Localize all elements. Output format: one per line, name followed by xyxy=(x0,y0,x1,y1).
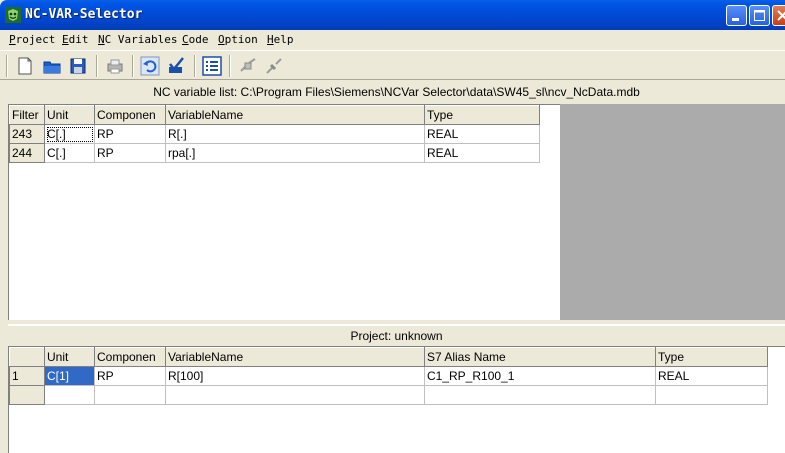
list-button[interactable] xyxy=(201,55,223,77)
menu-option-label: ption xyxy=(224,33,258,46)
s7-alias-name-cell[interactable] xyxy=(424,385,656,405)
save-icon xyxy=(70,58,86,74)
row-number-cell[interactable] xyxy=(9,385,45,405)
save-button[interactable] xyxy=(67,55,89,77)
undo-icon xyxy=(140,56,160,76)
check-button[interactable] xyxy=(165,55,187,77)
toolbar-separator xyxy=(96,55,98,77)
toolbar-grip xyxy=(6,55,8,77)
column-header-unit[interactable]: Unit xyxy=(44,105,95,125)
type-cell[interactable]: REAL xyxy=(424,143,540,163)
variable-name-cell[interactable]: R[100] xyxy=(165,366,425,386)
menu-edit[interactable]: Edit xyxy=(62,33,89,46)
new-button[interactable] xyxy=(14,55,36,77)
row-filter-cell[interactable]: 243 xyxy=(9,124,45,144)
column-header-component[interactable]: Componen xyxy=(94,347,166,367)
menu-project-label: roject xyxy=(15,33,56,46)
column-header-component[interactable]: Componen xyxy=(94,105,166,125)
unit-cell[interactable]: C[.] xyxy=(44,124,95,144)
table-row[interactable]: 244 C[.] RP rpa[.] REAL xyxy=(9,143,540,163)
column-header-s7-alias-name[interactable]: S7 Alias Name xyxy=(424,347,656,367)
maximize-button[interactable] xyxy=(749,5,770,26)
component-cell[interactable]: RP xyxy=(94,124,166,144)
unit-cell[interactable] xyxy=(44,385,95,405)
list-icon xyxy=(202,56,222,76)
menu-code-mnemonic: C xyxy=(182,33,189,46)
table-row[interactable]: 243 C[.] RP R[.] REAL xyxy=(9,124,540,144)
menu-help-mnemonic: H xyxy=(267,33,274,46)
row-filter-cell[interactable]: 244 xyxy=(9,143,45,163)
minimize-icon xyxy=(732,18,739,21)
disconnect-button[interactable] xyxy=(263,55,285,77)
column-header-type[interactable]: Type xyxy=(424,105,540,125)
grid-corner xyxy=(9,347,45,367)
variable-name-cell[interactable]: rpa[.] xyxy=(165,143,425,163)
toolbar-separator xyxy=(132,55,134,77)
menu-nc-variables-mnemonic: N xyxy=(98,33,105,46)
variable-name-cell[interactable] xyxy=(165,385,425,405)
print-button[interactable] xyxy=(104,55,126,77)
component-cell[interactable]: RP xyxy=(94,143,166,163)
close-icon xyxy=(777,10,785,21)
toolbar-separator xyxy=(194,55,196,77)
column-header-variable-name[interactable]: VariableName xyxy=(165,105,425,125)
undo-button[interactable] xyxy=(139,55,161,77)
table-row[interactable] xyxy=(9,385,768,405)
unit-cell[interactable]: C[1] xyxy=(44,366,95,386)
maximize-icon xyxy=(754,10,765,21)
new-file-icon xyxy=(18,57,32,75)
type-cell[interactable]: REAL xyxy=(424,124,540,144)
minimize-button[interactable] xyxy=(726,5,747,26)
menu-edit-label: dit xyxy=(68,33,89,46)
type-cell[interactable] xyxy=(655,385,768,405)
variable-name-cell[interactable]: R[.] xyxy=(165,124,425,144)
unit-cell[interactable]: C[.] xyxy=(44,143,95,163)
title-bar[interactable]: NC-VAR-Selector xyxy=(0,0,785,30)
menu-bar: Project Edit NC Variables Code Option He… xyxy=(0,30,785,50)
menu-help-label: elp xyxy=(273,33,294,46)
row-number-cell[interactable]: 1 xyxy=(9,366,45,386)
window-title: NC-VAR-Selector xyxy=(25,7,143,22)
toolbar xyxy=(0,50,785,80)
column-header-filter[interactable]: Filter xyxy=(9,105,45,125)
menu-option[interactable]: Option xyxy=(218,33,258,46)
project-variable-grid[interactable]: Unit Componen VariableName S7 Alias Name… xyxy=(8,346,785,453)
open-button[interactable] xyxy=(41,55,63,77)
nc-variable-grid[interactable]: Filter Unit Componen VariableName Type 2… xyxy=(8,104,560,320)
menu-nc-variables[interactable]: NC Variables xyxy=(98,33,177,46)
disconnect-icon xyxy=(266,58,282,74)
type-cell[interactable]: REAL xyxy=(655,366,768,386)
menu-project[interactable]: Project xyxy=(9,33,55,46)
empty-area xyxy=(560,104,785,320)
print-icon xyxy=(107,59,123,74)
toolbar-separator xyxy=(229,55,231,77)
nc-variable-list-header: NC variable list: C:\Program Files\Sieme… xyxy=(8,82,785,103)
component-cell[interactable]: RP xyxy=(94,366,166,386)
column-header-variable-name[interactable]: VariableName xyxy=(165,347,425,367)
check-icon xyxy=(169,57,184,73)
menu-code[interactable]: Code xyxy=(182,33,209,46)
table-row[interactable]: 1 C[1] RP R[100] C1_RP_R100_1 REAL xyxy=(9,366,768,386)
column-header-unit[interactable]: Unit xyxy=(44,347,95,367)
menu-project-mnemonic: P xyxy=(9,33,16,46)
connect-button[interactable] xyxy=(237,55,259,77)
component-cell[interactable] xyxy=(94,385,166,405)
open-folder-icon xyxy=(43,61,61,74)
app-logo-icon xyxy=(5,7,21,23)
close-button[interactable] xyxy=(772,5,785,26)
menu-option-mnemonic: O xyxy=(218,33,225,46)
connect-icon xyxy=(240,58,256,72)
s7-alias-name-cell[interactable]: C1_RP_R100_1 xyxy=(424,366,656,386)
menu-help[interactable]: Help xyxy=(267,33,294,46)
menu-code-label: ode xyxy=(188,33,209,46)
project-header: Project: unknown xyxy=(8,324,785,345)
menu-edit-mnemonic: E xyxy=(62,33,69,46)
column-header-type[interactable]: Type xyxy=(655,347,768,367)
menu-nc-variables-label: C Variables xyxy=(104,33,178,46)
left-frame xyxy=(0,80,8,453)
